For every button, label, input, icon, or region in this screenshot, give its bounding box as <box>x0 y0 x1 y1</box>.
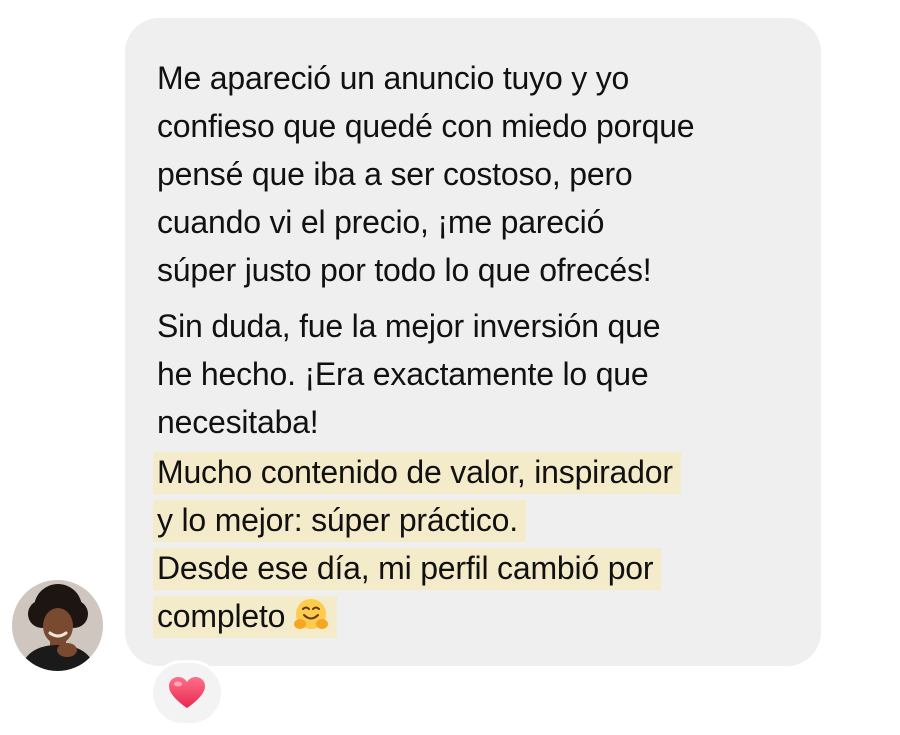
reaction-badge[interactable] <box>150 660 224 726</box>
message-line: Me apareció un anuncio tuyo y yo <box>157 60 630 96</box>
message-highlighted-text: Mucho contenido de valor, inspirador y l… <box>153 448 791 640</box>
highlighted-line: Desde ese día, mi perfil cambió por <box>153 544 791 592</box>
message-line: pensé que iba a ser costoso, pero <box>157 156 633 192</box>
message-line: súper justo por todo lo que ofrecés! <box>157 252 652 288</box>
highlight-text: completo <box>157 598 286 634</box>
highlighted-line: y lo mejor: súper práctico. <box>153 496 791 544</box>
message-line: necesitaba! <box>157 404 319 440</box>
message-paragraph-2: Sin duda, fue la mejor inversión que he … <box>157 302 791 446</box>
heart-icon <box>169 677 205 708</box>
message-line: Sin duda, fue la mejor inversión que <box>157 308 661 344</box>
avatar-photo-icon <box>12 580 103 671</box>
highlight-mark: Mucho contenido de valor, inspirador <box>153 452 681 494</box>
highlight-mark: completo <box>153 596 338 638</box>
highlighted-line: completo <box>153 592 791 640</box>
message-paragraph-1: Me apareció un anuncio tuyo y yo confies… <box>157 54 791 294</box>
chat-screen: Me apareció un anuncio tuyo y yo confies… <box>0 0 900 735</box>
message-bubble[interactable]: Me apareció un anuncio tuyo y yo confies… <box>125 18 821 666</box>
hugging-face-emoji-icon <box>294 599 329 629</box>
message-line: confieso que quedé con miedo porque <box>157 108 695 144</box>
avatar[interactable] <box>12 580 103 671</box>
highlight-mark: y lo mejor: súper práctico. <box>153 500 526 542</box>
message-line: cuando vi el precio, ¡me pareció <box>157 204 605 240</box>
message-line: he hecho. ¡Era exactamente lo que <box>157 356 649 392</box>
highlighted-line: Mucho contenido de valor, inspirador <box>153 448 791 496</box>
highlight-mark: Desde ese día, mi perfil cambió por <box>153 548 662 590</box>
